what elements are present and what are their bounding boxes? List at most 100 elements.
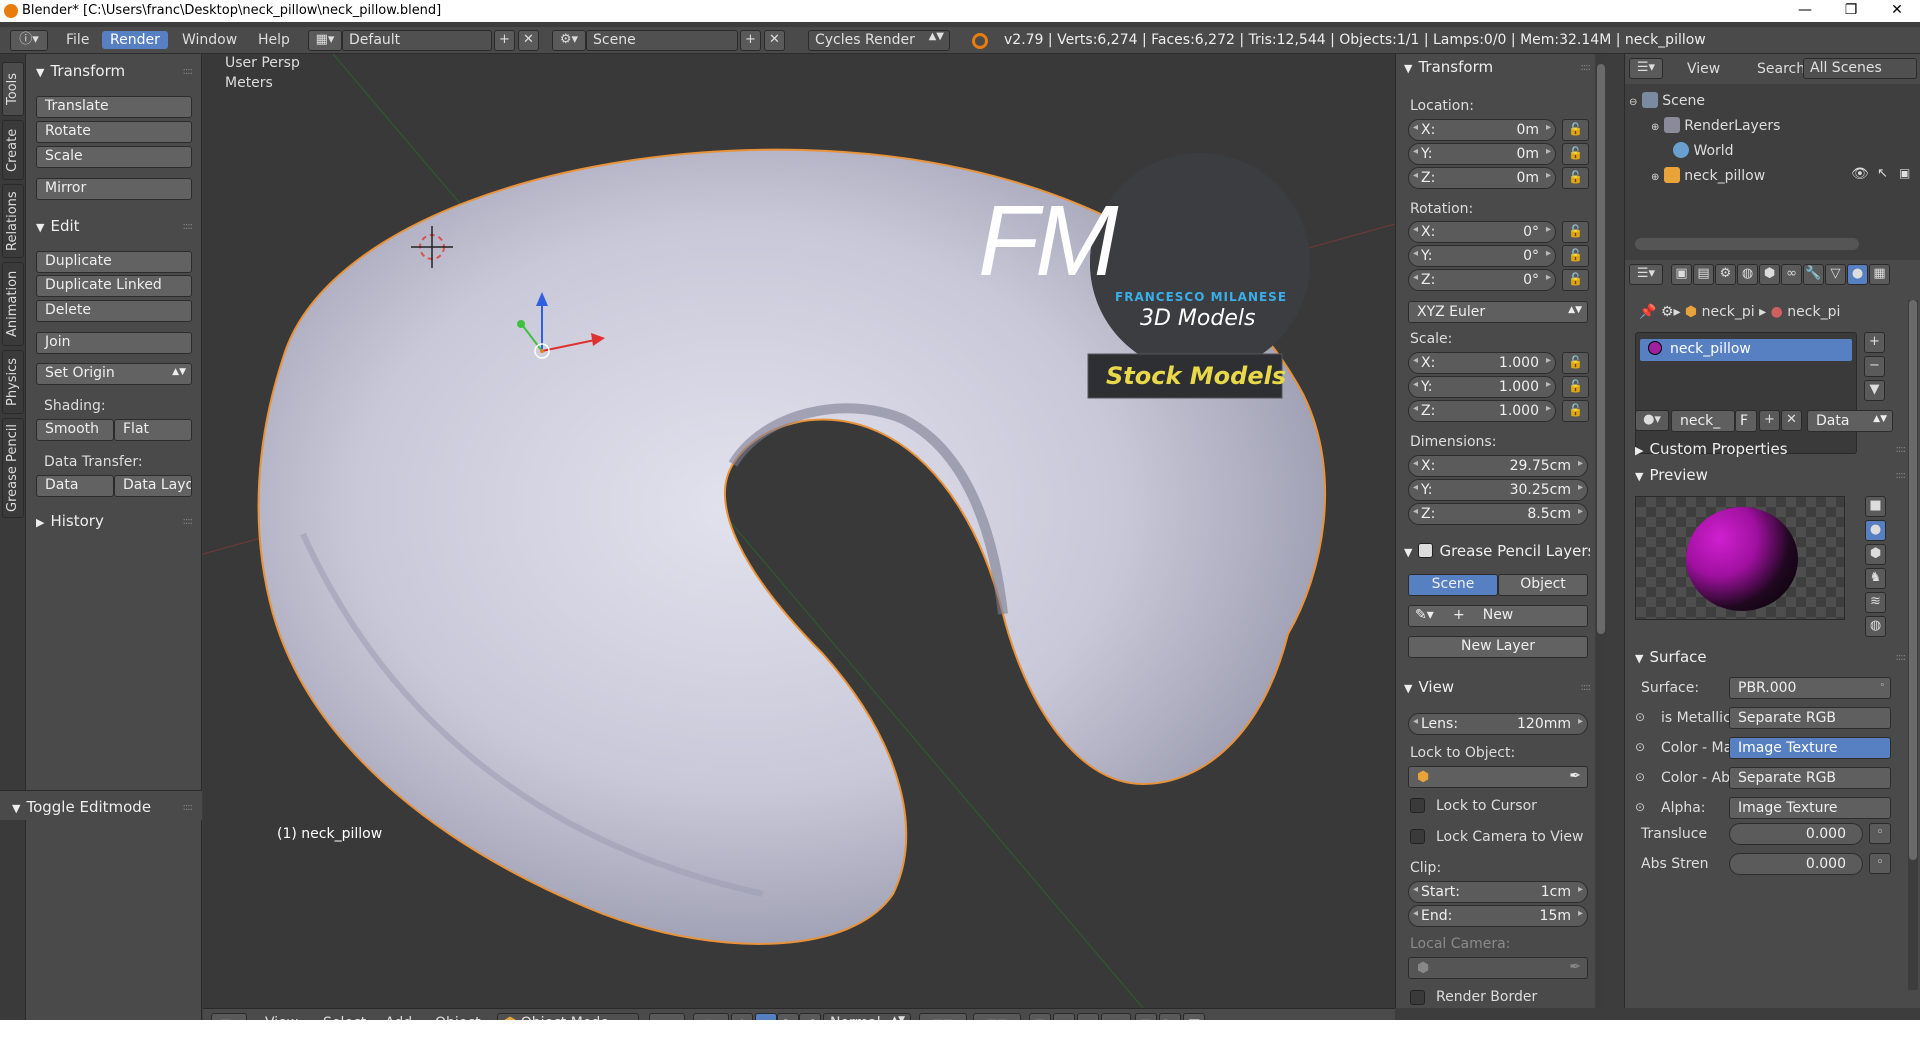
location-z-field[interactable]: ◂ Z: 0m ▸ — [1408, 167, 1556, 189]
3d-viewport[interactable]: User Persp Meters FM FRANCESCO MILANESE … — [203, 54, 1395, 1008]
location-x-field[interactable]: ◂ X: 0m ▸ — [1408, 119, 1556, 141]
dimensions-y-field[interactable]: ◂ Y: 30.25cm ▸ — [1408, 479, 1588, 501]
material-slot-list[interactable]: neck_pillow — [1635, 332, 1857, 454]
remove-layout-icon[interactable]: ✕ — [518, 30, 539, 51]
tab-physics[interactable]: Physics — [2, 350, 24, 414]
duplicate-linked-button[interactable]: Duplicate Linked — [36, 275, 192, 297]
material-tab-icon[interactable]: ● — [1847, 264, 1868, 285]
material-slot-item[interactable]: neck_pillow — [1640, 339, 1852, 361]
maximize-button[interactable]: ❐ — [1828, 0, 1874, 22]
lock-cursor-checkbox[interactable] — [1410, 798, 1425, 813]
slot-specials-icon[interactable]: ▼ — [1864, 380, 1885, 401]
properties-scrollbar[interactable] — [1908, 300, 1918, 990]
dimensions-z-field[interactable]: ◂ Z: 8.5cm ▸ — [1408, 503, 1588, 525]
data-tab-icon[interactable]: ▽ — [1825, 264, 1846, 285]
lock-icon[interactable]: 🔓 — [1562, 269, 1589, 291]
editor-type-info-icon[interactable]: ⓘ▾ — [10, 30, 48, 51]
socket-toggle-icon[interactable]: ⊙ — [1635, 800, 1645, 814]
scene-field[interactable]: Scene — [586, 30, 738, 51]
socket-toggle-icon[interactable]: ⊙ — [1635, 710, 1645, 724]
scale-button[interactable]: Scale — [36, 146, 192, 168]
properties-scroll-thumb[interactable] — [1909, 300, 1917, 860]
tab-tools[interactable]: Tools — [2, 62, 24, 116]
lens-field[interactable]: ◂ Lens: 120mm ▸ — [1408, 713, 1588, 735]
translucency-field[interactable]: 0.000 — [1729, 823, 1863, 845]
join-button[interactable]: Join — [36, 332, 192, 354]
scene-icon[interactable]: ⚙▾ — [552, 30, 586, 51]
duplicate-button[interactable]: Duplicate — [36, 251, 192, 273]
close-window-button[interactable]: ✕ — [1874, 0, 1920, 22]
material-browse-icon[interactable]: ●▾ — [1635, 410, 1669, 431]
preview-sphere-icon[interactable]: ● — [1865, 520, 1886, 541]
rotation-y-field[interactable]: ◂ Y: 0° ▸ — [1408, 245, 1556, 267]
set-origin-dropdown[interactable]: Set Origin ▲▼ — [36, 363, 192, 385]
object-tab-icon[interactable]: ⬢ — [1759, 264, 1780, 285]
selectability-cursor-icon[interactable]: ↖ — [1877, 166, 1888, 181]
lock-icon[interactable]: 🔓 — [1562, 119, 1589, 141]
preview-hair-icon[interactable]: ≋ — [1865, 592, 1886, 613]
scene-tab-icon[interactable]: ⚙ — [1715, 264, 1736, 285]
transform-panel-header[interactable]: ▼ Transform:::: — [36, 62, 196, 86]
scale-z-field[interactable]: ◂ Z: 1.000 ▸ — [1408, 400, 1556, 422]
socket-toggle-icon[interactable]: ⊙ — [1635, 770, 1645, 784]
view-panel-header[interactable]: ▼ View:::: — [1404, 678, 1591, 702]
preview-sky-icon[interactable]: ◍ — [1865, 616, 1886, 637]
outliner-view-menu[interactable]: View — [1679, 60, 1728, 78]
flat-button[interactable]: Flat — [114, 419, 192, 441]
surface-input-dropdown[interactable]: Image Texture — [1729, 797, 1891, 819]
edit-panel-header[interactable]: ▼ Edit:::: — [36, 217, 196, 241]
outliner-editor-icon[interactable]: ☰▾ — [1629, 58, 1663, 79]
add-slot-icon[interactable]: + — [1864, 332, 1885, 353]
surface-input-dropdown[interactable]: Separate RGB — [1729, 767, 1891, 789]
add-layout-icon[interactable]: + — [494, 30, 515, 51]
surface-input-dropdown[interactable]: Separate RGB — [1729, 707, 1891, 729]
gp-scene-toggle[interactable]: Scene — [1408, 574, 1498, 596]
fake-user-button[interactable]: F — [1735, 410, 1757, 432]
preview-cube-icon[interactable]: ⬢ — [1865, 544, 1886, 565]
scale-y-field[interactable]: ◂ Y: 1.000 ▸ — [1408, 376, 1556, 398]
lock-object-field[interactable]: ⬢ ✒ — [1408, 766, 1588, 788]
gp-object-toggle[interactable]: Object — [1498, 574, 1588, 596]
preview-header[interactable]: ▼ Preview:::: — [1635, 466, 1915, 490]
socket-toggle-icon[interactable]: ⊙ — [1635, 740, 1645, 754]
scale-x-field[interactable]: ◂ X: 1.000 ▸ — [1408, 352, 1556, 374]
lock-camera-checkbox[interactable] — [1410, 829, 1425, 844]
lock-icon[interactable]: 🔓 — [1562, 167, 1589, 189]
surface-shader-dropdown[interactable]: PBR.000 ◦ — [1729, 677, 1891, 699]
screen-layout-icon[interactable]: ▦▾ — [308, 30, 342, 51]
menu-help[interactable]: Help — [250, 31, 298, 49]
menu-file[interactable]: File — [58, 31, 97, 49]
render-engine-dropdown[interactable]: Cycles Render ▲▼ — [808, 30, 950, 51]
render-tab-icon[interactable]: ▣ — [1671, 264, 1692, 285]
lock-icon[interactable]: 🔓 — [1562, 143, 1589, 165]
outliner-item-scene[interactable]: ⊖ Scene — [1629, 92, 1705, 109]
translate-button[interactable]: Translate — [36, 96, 192, 118]
rotation-x-field[interactable]: ◂ X: 0° ▸ — [1408, 221, 1556, 243]
location-y-field[interactable]: ◂ Y: 0m ▸ — [1408, 143, 1556, 165]
grease-pencil-panel-header[interactable]: ▼ Grease Pencil Layers — [1404, 542, 1590, 566]
rotation-z-field[interactable]: ◂ Z: 0° ▸ — [1408, 269, 1556, 291]
visibility-eye-icon[interactable]: 👁 — [1851, 166, 1869, 182]
menu-render[interactable]: Render — [102, 31, 168, 49]
tab-create[interactable]: Create — [2, 120, 24, 180]
eyedropper-icon[interactable]: ✒ — [1569, 959, 1581, 975]
render-layers-tab-icon[interactable]: ▤ — [1693, 264, 1714, 285]
tab-relations[interactable]: Relations — [2, 184, 24, 258]
transform-panel-header[interactable]: ▼ Transform:::: — [1404, 58, 1591, 82]
local-camera-field[interactable]: ⬢ ✒ — [1408, 957, 1588, 979]
gp-new-button[interactable]: ✎▾ + New — [1408, 605, 1588, 627]
new-material-icon[interactable]: + — [1759, 410, 1780, 431]
preview-monkey-icon[interactable]: ♞ — [1865, 568, 1886, 589]
preview-flat-icon[interactable]: ■ — [1865, 496, 1886, 517]
outliner-item-world[interactable]: World — [1673, 142, 1734, 159]
texture-tab-icon[interactable]: ▦ — [1869, 264, 1890, 285]
abs-strength-field[interactable]: 0.000 — [1729, 853, 1863, 875]
modifiers-tab-icon[interactable]: 🔧 — [1803, 264, 1824, 285]
clip-end-field[interactable]: ◂ End: 15m ▸ — [1408, 905, 1588, 927]
add-scene-icon[interactable]: + — [740, 30, 761, 51]
outliner-hscrollbar[interactable] — [1635, 238, 1859, 250]
minimize-button[interactable]: — — [1782, 0, 1828, 22]
lock-icon[interactable]: 🔓 — [1562, 245, 1589, 267]
menu-window[interactable]: Window — [174, 31, 245, 49]
properties-editor-icon[interactable]: ☰▾ — [1629, 264, 1663, 285]
